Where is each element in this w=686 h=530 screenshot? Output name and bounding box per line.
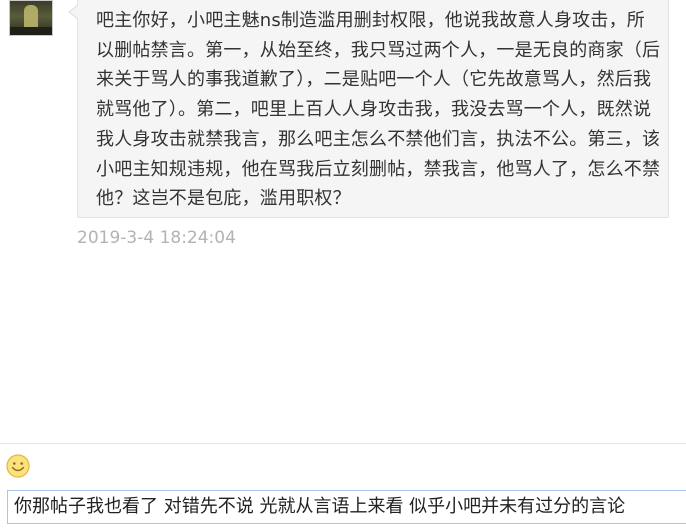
chat-window: 吧主你好，小吧主魅ns制造滥用删封权限，他说我故意人身攻击，所以删帖禁言。第一，… bbox=[0, 0, 686, 530]
bubble-arrow-fill bbox=[70, 6, 78, 18]
message-bubble: 吧主你好，小吧主魅ns制造滥用删封权限，他说我故意人身攻击，所以删帖禁言。第一，… bbox=[77, 0, 669, 218]
avatar-shade bbox=[10, 27, 52, 35]
composer-divider bbox=[0, 443, 686, 444]
smiley-face-icon[interactable] bbox=[6, 454, 30, 478]
message-text: 吧主你好，小吧主魅ns制造滥用删封权限，他说我故意人身攻击，所以删帖禁言。第一，… bbox=[96, 10, 661, 210]
message-input-value: 你那帖子我也看了 对错先不说 光就从言语上来看 似乎小吧并未有过分的言论 bbox=[14, 496, 626, 517]
avatar[interactable] bbox=[9, 0, 53, 36]
message-input[interactable]: 你那帖子我也看了 对错先不说 光就从言语上来看 似乎小吧并未有过分的言论 bbox=[7, 490, 686, 524]
message-timestamp: 2019-3-4 18:24:04 bbox=[77, 228, 236, 248]
